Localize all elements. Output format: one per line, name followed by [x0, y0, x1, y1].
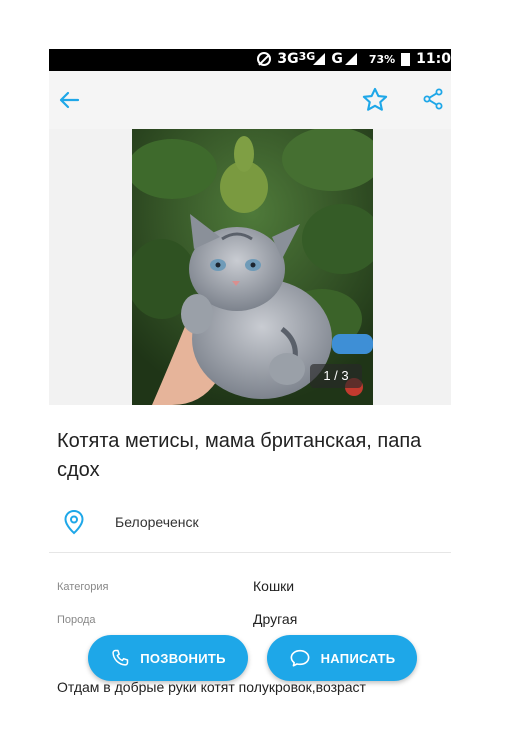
location-pin-icon	[64, 509, 84, 535]
share-icon[interactable]	[421, 87, 445, 111]
photo-gallery[interactable]: 1 / 3	[49, 129, 451, 405]
star-outline-icon[interactable]	[361, 86, 389, 114]
photo-counter: 1 / 3	[310, 364, 362, 388]
breed-value: Другая	[253, 611, 298, 627]
phone-icon	[112, 649, 129, 666]
clock: 11:0	[416, 51, 451, 67]
chat-bubble-icon	[290, 649, 310, 667]
call-button[interactable]: ПОЗВОНИТЬ	[88, 635, 248, 681]
battery-percent: 73%	[368, 52, 396, 66]
breed-label: Порода	[57, 614, 96, 626]
location-row: Белореченск	[57, 508, 199, 536]
signal-icon	[313, 53, 326, 65]
category-value: Кошки	[253, 578, 295, 594]
do-not-disturb-icon	[257, 52, 272, 66]
status-bar: 3G 3G G 73% 11:0	[49, 49, 451, 71]
divider	[49, 552, 451, 553]
arrow-left-icon[interactable]	[57, 88, 81, 112]
network-type: 3G	[277, 51, 299, 67]
listing-photo[interactable]: 1 / 3	[132, 129, 373, 405]
call-button-label: ПОЗВОНИТЬ	[140, 650, 226, 666]
write-button-label: НАПИСАТЬ	[320, 650, 396, 666]
battery-icon	[401, 52, 411, 66]
app-bar	[49, 71, 451, 129]
signal-icon-2	[344, 53, 357, 65]
write-button[interactable]: НАПИСАТЬ	[267, 635, 417, 681]
screen: 3G 3G G 73% 11:0 1 / 3 Котята метисы, ма…	[49, 49, 451, 697]
listing-description: Отдам в добрые руки котят полукровок,воз…	[57, 679, 366, 695]
location-text: Белореченск	[115, 514, 199, 530]
network-type-2: G	[331, 51, 343, 67]
category-label: Категория	[57, 581, 109, 593]
listing-title: Котята метисы, мама британская, папа сдо…	[57, 430, 422, 481]
